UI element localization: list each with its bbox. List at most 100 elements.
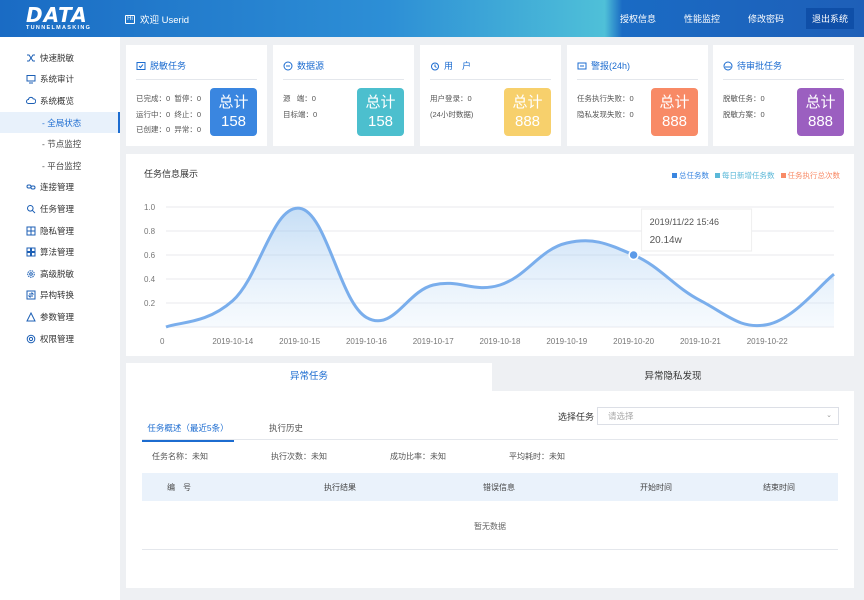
gear-icon xyxy=(26,269,36,279)
card-title-text: 数据源 xyxy=(297,61,325,71)
card-title-text: 脱敏任务 xyxy=(150,61,187,71)
shuffle-icon xyxy=(26,53,36,63)
y-tick-label: 0 xyxy=(160,337,165,346)
total-value: 158 xyxy=(220,113,247,130)
total-label: 总计 xyxy=(218,94,249,111)
tooltip-value: 20.14w xyxy=(650,235,683,246)
logout-button[interactable]: 退出系统 xyxy=(805,8,854,29)
card-title: 数据源 xyxy=(283,59,324,72)
grid-icon xyxy=(26,226,36,236)
task-icon xyxy=(136,61,146,71)
total-badge: 总计 158 xyxy=(210,88,257,136)
sidebar-item-label: 参数管理 xyxy=(40,311,75,322)
calc-icon xyxy=(26,247,36,257)
sidebar-item-label: 任务管理 xyxy=(40,203,75,214)
top-nav: 授权信息 性能监控 修改密码 退出系统 xyxy=(602,8,854,29)
nav-change-password[interactable]: 修改密码 xyxy=(738,8,794,29)
logo-subtext: TUNNELMASKING xyxy=(26,25,92,31)
x-tick-label: 2019-10-18 xyxy=(480,337,521,346)
total-value: 888 xyxy=(514,113,541,130)
card-title: 待审批任务 xyxy=(723,59,782,72)
card-title-text: 警报(24h) xyxy=(591,61,631,71)
sidebar-item-9[interactable]: 算法管理 xyxy=(0,241,120,263)
sidebar-item-4[interactable]: - 节点监控 xyxy=(0,133,120,155)
sidebar-item-label: 高级脱敏 xyxy=(40,268,75,279)
column-header-result: 执行结果 xyxy=(324,483,356,492)
card-title-text: 用 户 xyxy=(444,61,472,71)
sidebar-item-10[interactable]: 高级脱敏 xyxy=(0,263,120,285)
x-tick-label: 2019-10-16 xyxy=(346,337,387,346)
sidebar-item-label: 系统审计 xyxy=(40,74,75,85)
sidebar-item-8[interactable]: 隐私管理 xyxy=(0,220,120,242)
nav-performance-monitor[interactable]: 性能监控 xyxy=(674,8,730,29)
total-badge: 总计 888 xyxy=(797,88,844,136)
user-icon xyxy=(430,61,440,71)
summary-task-name: 任务名称：未知 xyxy=(152,452,208,461)
divider xyxy=(136,79,257,80)
empty-table-message: 暂无数据 xyxy=(474,522,506,531)
card-stats: 脱敏任务：0 脱敏方案：0 xyxy=(723,91,765,122)
y-tick-label: 1.0 xyxy=(144,203,156,212)
link-icon xyxy=(26,182,36,192)
total-label: 总计 xyxy=(659,94,690,111)
sidebar-item-0[interactable]: 快速脱敏 xyxy=(0,47,120,69)
monitor-icon xyxy=(26,74,36,84)
column-header-start-time: 开始时间 xyxy=(640,483,672,492)
data-point[interactable] xyxy=(628,249,639,261)
tab-abnormal-privacy[interactable]: 异常隐私发现 xyxy=(492,363,854,391)
tooltip-date: 2019/11/22 15:46 xyxy=(650,217,719,227)
convert-icon xyxy=(26,290,36,300)
total-value: 158 xyxy=(367,113,394,130)
card-stat-line: 任务执行失败：0 xyxy=(577,94,634,103)
database-icon xyxy=(283,61,293,71)
card-stat-line: 已创建：0 异常：0 xyxy=(136,125,202,134)
sidebar-item-11[interactable]: 异构转换 xyxy=(0,285,120,307)
task-select-placeholder: 请选择 xyxy=(608,411,634,421)
divider xyxy=(142,549,838,550)
sidebar-item-2[interactable]: 系统概览 xyxy=(0,90,120,112)
sidebar-item-label: 隐私管理 xyxy=(40,225,75,236)
stat-card: 脱敏任务 已完成：0 暂停：0 运行中：0 终止：0 已创建：0 异常：0 总计 158 xyxy=(126,45,267,146)
sidebar-item-5[interactable]: - 平台监控 xyxy=(0,155,120,177)
card-stats: 已完成：0 暂停：0 运行中：0 终止：0 已创建：0 异常：0 xyxy=(136,91,201,138)
sidebar-item-label: 连接管理 xyxy=(40,182,75,193)
sidebar-item-7[interactable]: 任务管理 xyxy=(0,198,120,220)
column-header-id: 编 号 xyxy=(167,483,191,492)
y-tick-label: 0.8 xyxy=(144,227,156,236)
sidebar-item-1[interactable]: 系统审计 xyxy=(0,69,120,91)
ring-icon xyxy=(26,334,36,344)
task-select[interactable]: 请选择 ⌄ xyxy=(597,407,839,425)
sidebar-item-label: 系统概览 xyxy=(40,95,75,106)
card-stats: 用户登录：0 (24小时数据) xyxy=(430,91,473,122)
total-label: 总计 xyxy=(365,94,396,111)
alarm-icon xyxy=(577,61,587,71)
welcome-message: Hi 欢迎 Userid xyxy=(125,12,189,26)
sidebar-item-12[interactable]: 参数管理 xyxy=(0,306,120,328)
subtab-execution-history[interactable]: 执行历史 xyxy=(269,422,303,434)
sidebar-item-label: - 全局状态 xyxy=(42,117,82,128)
sidebar-item-label: 异构转换 xyxy=(40,290,75,301)
total-badge: 总计 888 xyxy=(651,88,698,136)
sidebar-item-6[interactable]: 连接管理 xyxy=(0,177,120,199)
divider xyxy=(577,79,698,80)
divider xyxy=(142,439,838,440)
welcome-text: 欢迎 Userid xyxy=(140,15,190,26)
sidebar-item-3[interactable]: - 全局状态 xyxy=(0,111,120,134)
stat-card: 用 户用户登录：0 (24小时数据) 总计 888 xyxy=(420,45,561,146)
sidebar-item-label: - 节点监控 xyxy=(42,139,82,150)
chart-panel: 任务信息展示 总任务数 每日新增任务数 任务执行总次数 0 0.2 0.4 0.6 0.8 1… xyxy=(126,154,854,356)
sidebar-item-label: 算法管理 xyxy=(40,247,75,258)
card-stat-line: 脱敏任务：0 xyxy=(723,94,765,103)
card-stat-line: 目标端：0 xyxy=(283,109,318,119)
triangle-icon xyxy=(26,311,36,322)
divider xyxy=(283,79,404,80)
select-task-label: 选择任务 xyxy=(558,412,595,422)
stat-card: 数据源源 端：0 目标端：0 总计 158 xyxy=(273,45,414,146)
nav-license-info[interactable]: 授权信息 xyxy=(610,8,666,29)
sidebar-item-label: - 平台监控 xyxy=(42,160,82,171)
tab-abnormal-tasks[interactable]: 异常任务 xyxy=(126,363,492,391)
card-stat-line: 运行中：0 终止：0 xyxy=(136,109,202,119)
divider xyxy=(430,79,551,80)
sidebar-item-13[interactable]: 权限管理 xyxy=(0,328,120,350)
logo: DATA TUNNELMASKING xyxy=(26,5,91,31)
